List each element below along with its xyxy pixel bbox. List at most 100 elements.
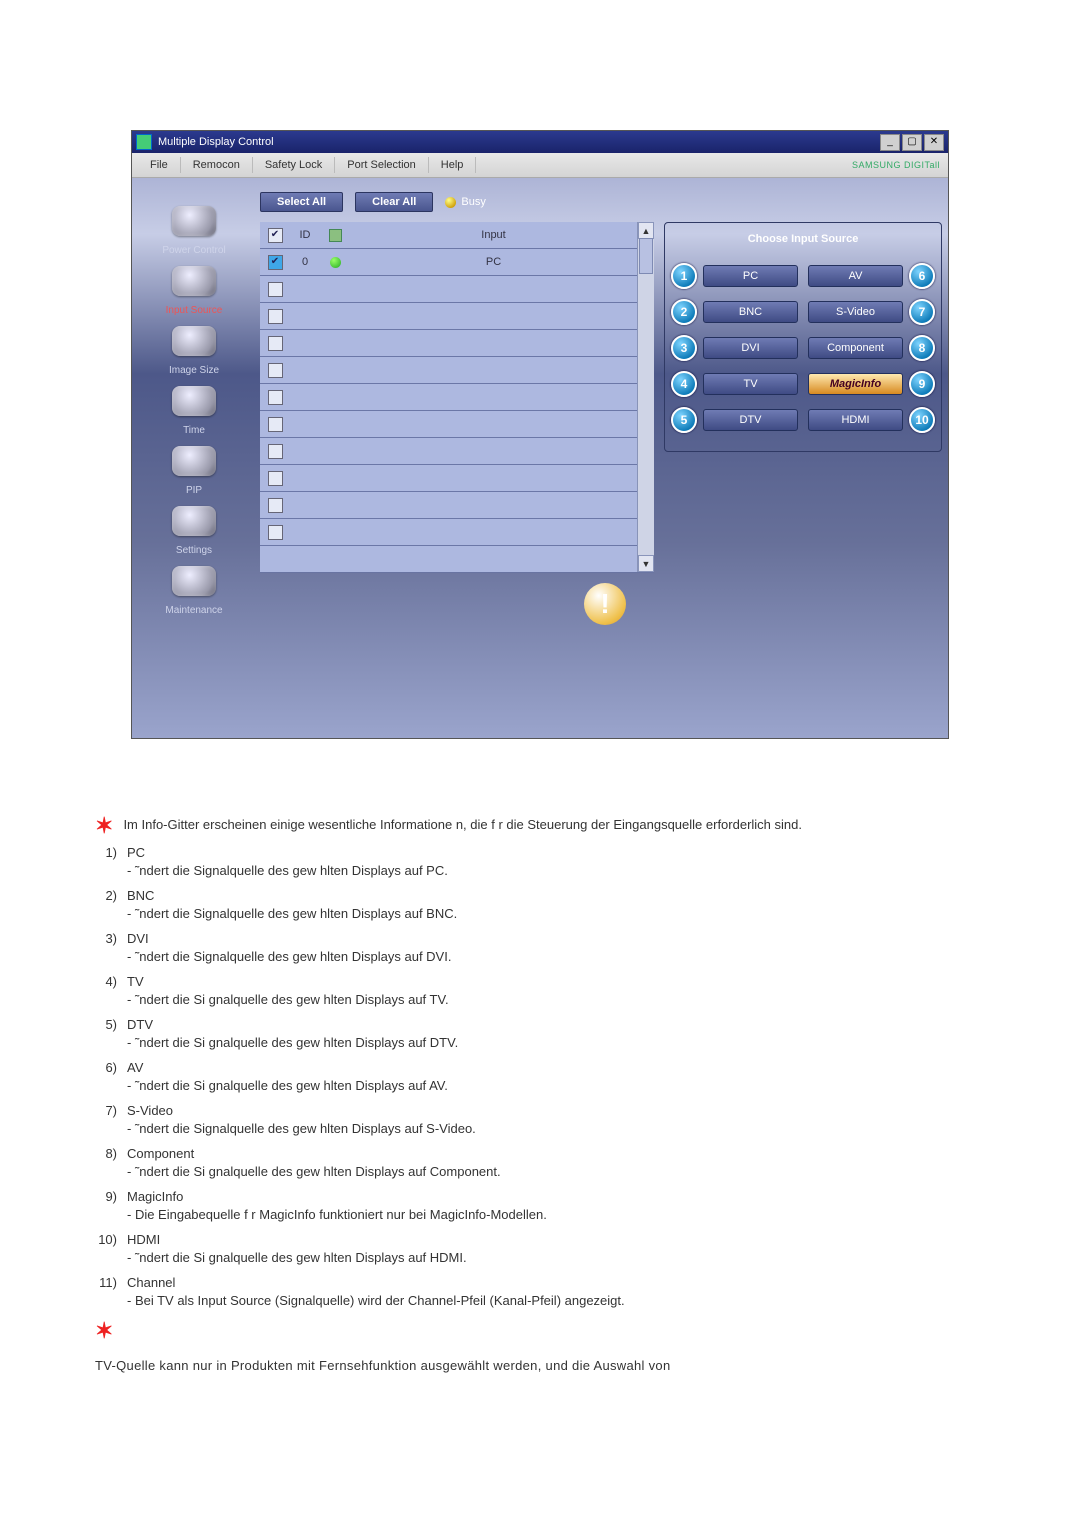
source-item: MagicInfo9: [808, 371, 935, 397]
row-checkbox[interactable]: [268, 309, 283, 324]
list-number: 1): [95, 845, 117, 878]
row-checkbox[interactable]: [268, 525, 283, 540]
star-icon: ✶: [95, 1322, 113, 1340]
pip-icon[interactable]: [172, 446, 216, 476]
document-page: Multiple Display Control _ ▢ ✕ File Remo…: [0, 0, 1080, 1527]
table-row[interactable]: [260, 411, 637, 438]
list-description: - ˜ndert die Si gnalquelle des gew hlten…: [127, 1035, 985, 1050]
list-number: 2): [95, 888, 117, 921]
select-all-button[interactable]: Select All: [260, 192, 343, 212]
list-item: 9)MagicInfo- Die Eingabequelle f r Magic…: [95, 1189, 985, 1222]
list-item: 10)HDMI- ˜ndert die Si gnalquelle des ge…: [95, 1232, 985, 1265]
list-item: 6)AV- ˜ndert die Si gnalquelle des gew h…: [95, 1060, 985, 1093]
menu-safety-lock[interactable]: Safety Lock: [253, 157, 335, 173]
sidebar-item-label: Time: [183, 425, 205, 436]
window-title: Multiple Display Control: [158, 136, 274, 148]
list-item: 4)TV- ˜ndert die Si gnalquelle des gew h…: [95, 974, 985, 1007]
source-button-pc[interactable]: PC: [703, 265, 798, 287]
row-checkbox[interactable]: [268, 417, 283, 432]
table-row[interactable]: [260, 276, 637, 303]
source-button-bnc[interactable]: BNC: [703, 301, 798, 323]
source-item: AV6: [808, 263, 935, 289]
menu-bar: File Remocon Safety Lock Port Selection …: [132, 153, 948, 178]
table-row[interactable]: 0PC: [260, 249, 637, 276]
table-row[interactable]: [260, 465, 637, 492]
number-badge: 8: [909, 335, 935, 361]
source-button-magicinfo[interactable]: MagicInfo: [808, 373, 903, 395]
table-row[interactable]: [260, 384, 637, 411]
list-number: 8): [95, 1146, 117, 1179]
list-number: 10): [95, 1232, 117, 1265]
row-checkbox[interactable]: [268, 255, 283, 270]
row-checkbox[interactable]: [268, 282, 283, 297]
list-description: - ˜ndert die Signalquelle des gew hlten …: [127, 949, 985, 964]
row-checkbox[interactable]: [268, 498, 283, 513]
menu-help[interactable]: Help: [429, 157, 477, 173]
sidebar-item-label: Image Size: [169, 365, 219, 376]
maintenance-icon[interactable]: [172, 566, 216, 596]
table-row[interactable]: [260, 519, 637, 546]
list-item: 2)BNC- ˜ndert die Signalquelle des gew h…: [95, 888, 985, 921]
row-checkbox[interactable]: [268, 471, 283, 486]
list-heading: PC: [127, 845, 985, 860]
intro-text: Im Info-Gitter erscheinen einige wesentl…: [123, 817, 802, 832]
info-grid: ID Input 0PC ▲ ▼: [260, 222, 654, 572]
menu-port-selection[interactable]: Port Selection: [335, 157, 428, 173]
row-checkbox[interactable]: [268, 444, 283, 459]
list-item: 7)S-Video- ˜ndert die Signalquelle des g…: [95, 1103, 985, 1136]
list-item: 3)DVI- ˜ndert die Signalquelle des gew h…: [95, 931, 985, 964]
source-button-hdmi[interactable]: HDMI: [808, 409, 903, 431]
right-panel: Choose Input Source 1PCAV62BNCS-Video73D…: [658, 178, 948, 738]
list-description: - ˜ndert die Si gnalquelle des gew hlten…: [127, 1250, 985, 1265]
menu-remocon[interactable]: Remocon: [181, 157, 253, 173]
input-source-icon[interactable]: [172, 266, 216, 296]
source-button-dtv[interactable]: DTV: [703, 409, 798, 431]
row-checkbox[interactable]: [268, 336, 283, 351]
table-row[interactable]: [260, 330, 637, 357]
number-badge: 5: [671, 407, 697, 433]
table-row[interactable]: [260, 438, 637, 465]
list-heading: DTV: [127, 1017, 985, 1032]
table-row[interactable]: [260, 303, 637, 330]
main-column: Select All Clear All Busy ID Input: [256, 178, 658, 738]
source-button-component[interactable]: Component: [808, 337, 903, 359]
minimize-button[interactable]: _: [880, 134, 900, 151]
source-item: 3DVI: [671, 335, 798, 361]
list-heading: TV: [127, 974, 985, 989]
source-item: HDMI10: [808, 407, 935, 433]
status-header-icon: [329, 229, 342, 242]
row-checkbox[interactable]: [268, 390, 283, 405]
header-checkbox[interactable]: [268, 228, 283, 243]
clear-all-button[interactable]: Clear All: [355, 192, 433, 212]
table-row[interactable]: [260, 357, 637, 384]
sidebar-item-label: Settings: [176, 545, 212, 556]
list-description: - ˜ndert die Signalquelle des gew hlten …: [127, 1121, 985, 1136]
time-icon[interactable]: [172, 386, 216, 416]
scroll-down-icon[interactable]: ▼: [638, 555, 654, 572]
grid-scrollbar[interactable]: ▲ ▼: [637, 222, 654, 572]
document-body: ✶ Im Info-Gitter erscheinen einige wesen…: [95, 817, 985, 1373]
table-row[interactable]: [260, 492, 637, 519]
image-size-icon[interactable]: [172, 326, 216, 356]
intro-row: ✶ Im Info-Gitter erscheinen einige wesen…: [95, 817, 985, 835]
menu-file[interactable]: File: [138, 157, 181, 173]
scroll-up-icon[interactable]: ▲: [638, 222, 654, 239]
maximize-button[interactable]: ▢: [902, 134, 922, 151]
source-button-tv[interactable]: TV: [703, 373, 798, 395]
list-item: 8)Component- ˜ndert die Si gnalquelle de…: [95, 1146, 985, 1179]
row-checkbox[interactable]: [268, 363, 283, 378]
source-button-dvi[interactable]: DVI: [703, 337, 798, 359]
list-description: - Die Eingabequelle f r MagicInfo funkti…: [127, 1207, 985, 1222]
list-item: 1)PC- ˜ndert die Signalquelle des gew hl…: [95, 845, 985, 878]
power-control-icon[interactable]: [172, 206, 216, 236]
close-button[interactable]: ✕: [924, 134, 944, 151]
source-item: Component 8: [808, 335, 935, 361]
alert-icon: [584, 583, 626, 625]
source-button-s-video[interactable]: S-Video: [808, 301, 903, 323]
col-input: Input: [350, 229, 637, 241]
number-badge: 4: [671, 371, 697, 397]
scroll-thumb[interactable]: [639, 238, 653, 274]
source-button-av[interactable]: AV: [808, 265, 903, 287]
settings-icon[interactable]: [172, 506, 216, 536]
busy-indicator: Busy: [445, 196, 485, 208]
